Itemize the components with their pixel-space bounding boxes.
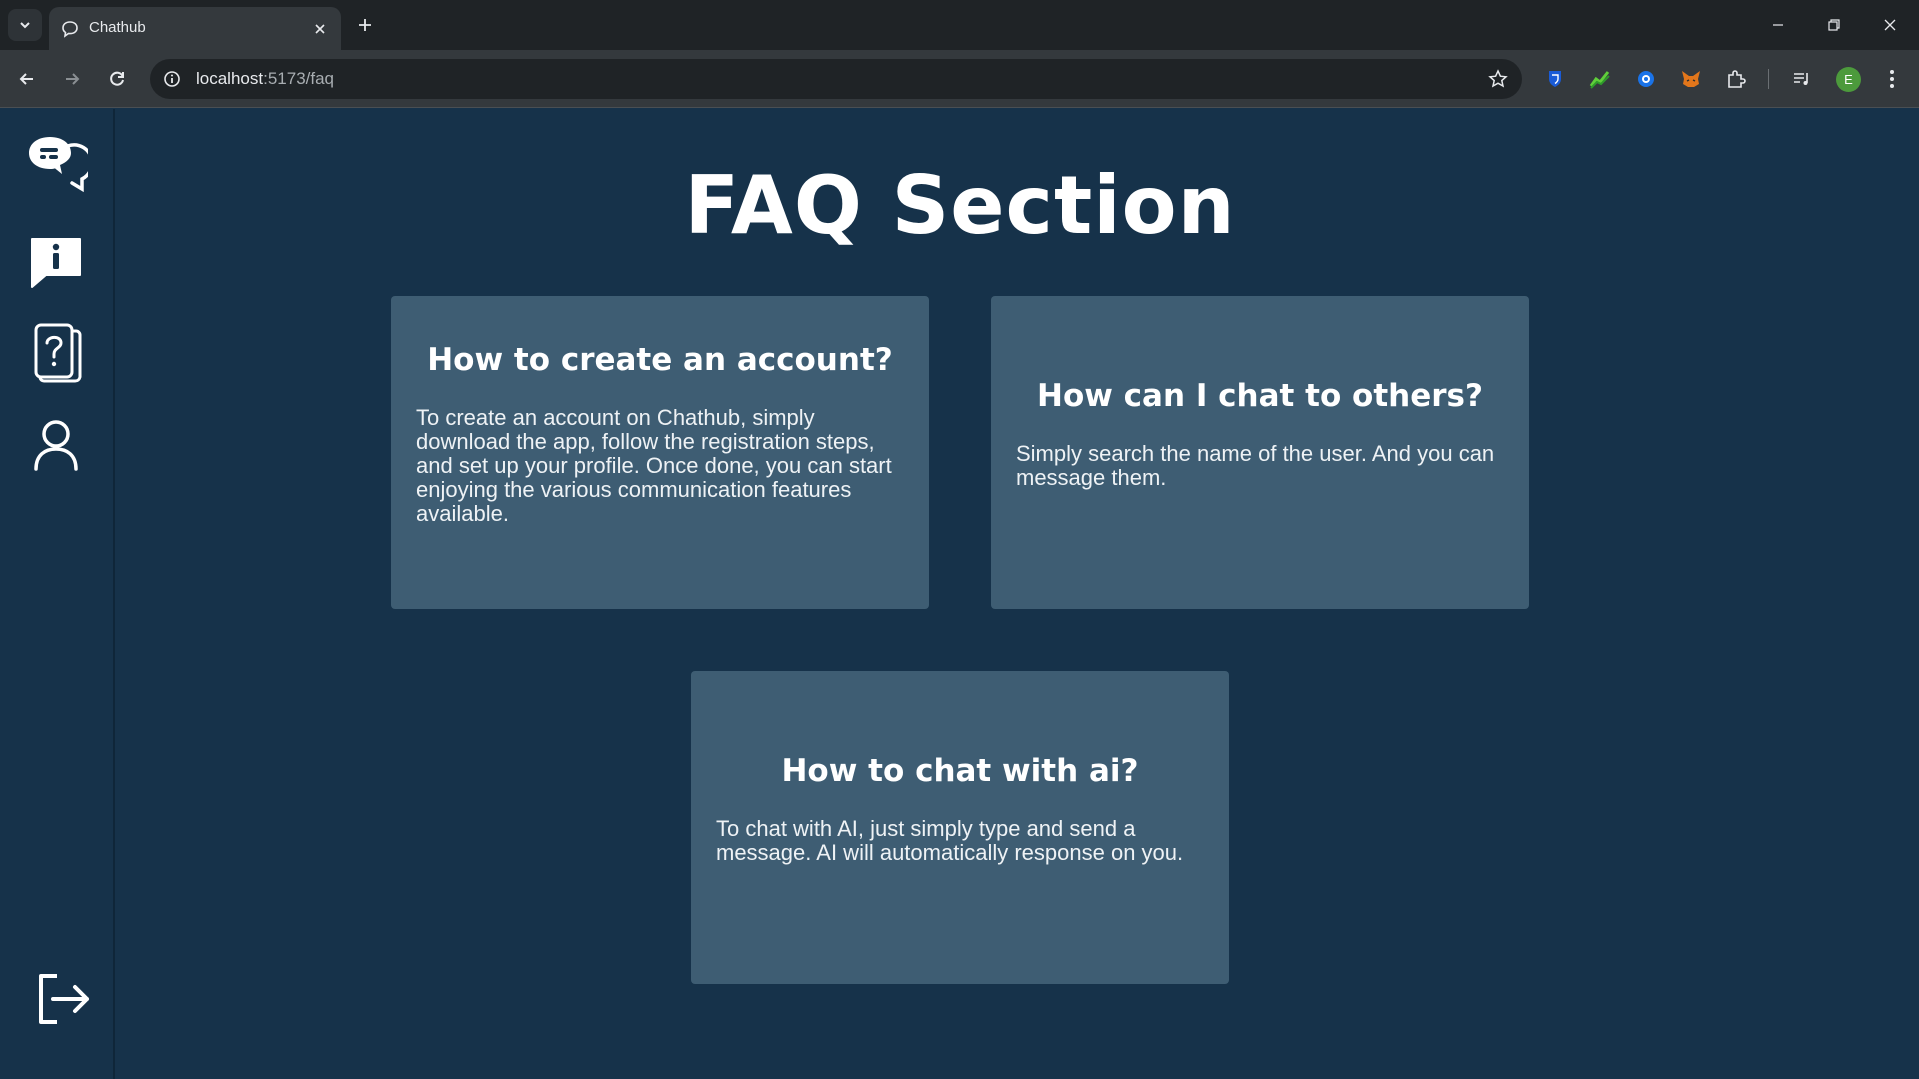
restore-icon (1828, 19, 1840, 31)
faq-answer: To chat with AI, just simply type and se… (716, 816, 1184, 865)
logout-icon (39, 974, 89, 1024)
sidebar-item-profile[interactable] (24, 413, 88, 477)
shield-icon (1549, 71, 1561, 87)
faq-question: How to create an account? (427, 342, 893, 378)
browser-menu-button[interactable] (1880, 67, 1904, 91)
faq-question: How can I chat to others? (1037, 378, 1483, 414)
arrow-right-icon (66, 73, 80, 85)
faq-card: How can I chat to others? Simply search … (991, 296, 1529, 609)
bookmark-button[interactable] (1486, 67, 1510, 91)
restore-button[interactable] (1806, 0, 1862, 50)
chevron-down-icon (20, 22, 30, 29)
info-circle-icon (164, 71, 180, 87)
faq-answer: Simply search the name of the user. And … (1016, 441, 1495, 490)
faq-card: How to chat with ai? To chat with AI, ju… (691, 671, 1229, 984)
close-window-button[interactable] (1862, 0, 1918, 50)
chathub-favicon-icon (62, 21, 78, 38)
tab-close-button[interactable] (309, 18, 331, 40)
close-icon (1884, 19, 1896, 31)
minimize-button[interactable] (1750, 0, 1806, 50)
sidebar-item-chat[interactable] (24, 133, 88, 197)
reload-button[interactable] (102, 64, 132, 94)
browser-tab[interactable]: Chathub (49, 7, 341, 50)
browser-toolbar: localhost:5173/faq E (0, 50, 1919, 108)
page-title: FAQ Section (684, 159, 1236, 252)
app-sidebar (0, 109, 115, 1079)
logout-button[interactable] (30, 967, 94, 1031)
faq-answer: To create an account on Chathub, simply … (416, 405, 892, 526)
extensions-button[interactable] (1724, 67, 1748, 91)
reload-icon (110, 71, 124, 86)
faq-card: How to create an account? To create an a… (391, 296, 929, 609)
profile-icon (34, 420, 78, 471)
arrow-left-icon (19, 73, 33, 85)
extension-metamask-button[interactable] (1679, 67, 1703, 91)
extension-circle-button[interactable] (1634, 67, 1658, 91)
forward-button[interactable] (57, 64, 87, 94)
sidebar-item-about[interactable] (24, 231, 88, 295)
target-icon (1638, 71, 1654, 87)
star-icon (1488, 69, 1508, 88)
browser-tab-bar: Chathub (0, 0, 1919, 50)
tab-title: Chathub (89, 19, 146, 36)
address-bar[interactable]: localhost:5173/faq (150, 59, 1522, 99)
sidebar-item-faq[interactable] (24, 319, 88, 383)
url-host: localhost (196, 69, 264, 88)
playlist-icon (1794, 73, 1808, 85)
site-info-button[interactable] (160, 67, 184, 91)
faq-icon (34, 323, 82, 383)
new-tab-button[interactable] (351, 11, 379, 39)
back-button[interactable] (12, 64, 42, 94)
info-icon (31, 238, 81, 288)
faq-question: How to chat with ai? (781, 753, 1139, 789)
more-vertical-icon (1890, 70, 1894, 88)
extension-bitwarden-button[interactable] (1543, 67, 1567, 91)
puzzle-icon (1728, 70, 1746, 88)
profile-avatar[interactable]: E (1836, 67, 1861, 92)
chat-icon (29, 137, 88, 193)
minimize-icon (1773, 24, 1783, 26)
toolbar-separator (1768, 69, 1769, 89)
close-icon (315, 24, 325, 34)
fox-icon (1682, 71, 1700, 87)
media-control-button[interactable] (1790, 67, 1814, 91)
extension-chart-button[interactable] (1588, 67, 1612, 91)
chart-icon (1589, 71, 1610, 89)
plus-icon (359, 19, 371, 31)
url-path: :5173/faq (263, 69, 335, 88)
url-text[interactable]: localhost:5173/faq (196, 69, 334, 89)
tab-search-button[interactable] (8, 9, 42, 41)
main-content: FAQ Section How to create an account? To… (117, 109, 1919, 1079)
